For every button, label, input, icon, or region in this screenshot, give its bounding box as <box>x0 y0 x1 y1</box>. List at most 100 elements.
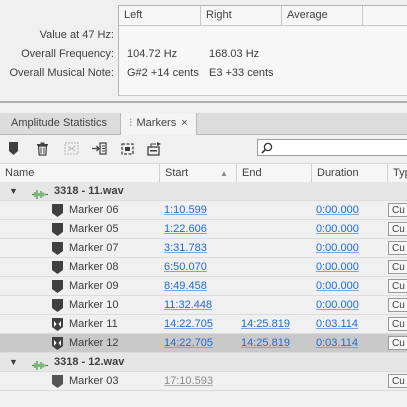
markers-table-header: Name Start ▲ End Duration Typ <box>0 163 407 184</box>
tab-label: Markers <box>136 117 177 129</box>
frequency-labels: Value at 47 Hz: Overall Frequency: Overa… <box>0 6 116 83</box>
tab-markers[interactable]: ⁝ Markers × <box>120 113 197 135</box>
file-name: 3318 - 12.wav <box>54 356 125 368</box>
marker-name: Marker 10 <box>69 299 119 311</box>
type-dropdown[interactable]: Cu <box>388 374 407 388</box>
marker-row[interactable]: Marker 10 11:32.448 0:00.000 Cu <box>0 296 407 315</box>
expand-triangle-icon[interactable]: ▼ <box>9 353 18 372</box>
end-time-link[interactable]: 14:25.819 <box>241 315 290 334</box>
start-time-link[interactable]: 1:22.606 <box>164 220 207 239</box>
tab-label: Amplitude Statistics <box>11 117 107 129</box>
cue-marker-icon <box>52 204 63 217</box>
duration-link[interactable]: 0:00.000 <box>316 277 359 296</box>
marker-name: Marker 09 <box>69 280 119 292</box>
type-dropdown[interactable]: Cu <box>388 241 407 255</box>
duration-link[interactable]: 0:03.114 <box>316 334 358 353</box>
column-name[interactable]: Name <box>0 164 160 183</box>
type-dropdown[interactable]: Cu <box>388 279 407 293</box>
search-icon <box>261 142 273 154</box>
file-group-row[interactable]: ▼ 3318 - 11.wav <box>0 182 407 201</box>
column-end[interactable]: End <box>237 164 312 183</box>
drag-grip-icon[interactable]: ⁝ <box>129 117 133 129</box>
duration-link[interactable]: 0:00.000 <box>316 239 359 258</box>
start-time-link[interactable]: 11:32.448 <box>164 296 212 315</box>
right-column-header: Right <box>206 9 232 21</box>
expand-triangle-icon[interactable]: ▼ <box>9 182 18 201</box>
merge-icon <box>63 140 80 157</box>
frequency-right: 168.03 Hz <box>209 48 260 60</box>
left-column-header: Left <box>124 9 143 21</box>
overall-frequency-label: Overall Frequency: <box>21 48 114 60</box>
range-marker-icon <box>52 318 63 331</box>
column-start-label: Start <box>165 167 189 179</box>
marker-row[interactable]: Marker 08 6:50.070 0:00.000 Cu <box>0 258 407 277</box>
start-time-link[interactable]: 17:10.593 <box>164 372 213 391</box>
file-name: 3318 - 11.wav <box>54 185 124 197</box>
start-time-link[interactable]: 1:10.599 <box>164 201 207 220</box>
panel-tabbar: Amplitude Statistics ⁝ Markers × <box>0 113 407 135</box>
close-icon[interactable]: × <box>181 117 187 129</box>
column-separator <box>362 6 363 25</box>
type-dropdown[interactable]: Cu <box>388 298 407 312</box>
duration-link[interactable]: 0:03.114 <box>316 315 358 334</box>
duration-link[interactable]: 0:00.000 <box>316 296 359 315</box>
start-time-link[interactable]: 14:22.705 <box>164 334 213 353</box>
search-input[interactable] <box>257 139 407 156</box>
start-time-link[interactable]: 6:50.070 <box>164 258 207 277</box>
insert-playlist-icon[interactable] <box>91 140 108 157</box>
batch-icon[interactable] <box>147 140 164 157</box>
musical-note-row: G#2 +14 cents E3 +33 cents <box>119 64 407 83</box>
marker-row[interactable]: Marker 05 1:22.606 0:00.000 Cu <box>0 220 407 239</box>
frequency-left: 104.72 Hz <box>127 48 178 60</box>
cue-marker-icon <box>52 223 63 236</box>
column-start[interactable]: Start ▲ <box>160 164 237 183</box>
note-left: G#2 +14 cents <box>127 67 199 79</box>
marker-name: Marker 08 <box>69 261 119 273</box>
marker-row[interactable]: Marker 09 8:49.458 0:00.000 Cu <box>0 277 407 296</box>
column-type[interactable]: Typ <box>388 164 407 183</box>
cue-marker-icon <box>52 299 63 312</box>
range-marker-icon <box>52 337 63 350</box>
export-icon[interactable] <box>119 140 136 157</box>
tab-amplitude-statistics[interactable]: Amplitude Statistics <box>0 113 115 134</box>
start-time-link[interactable]: 3:31.783 <box>164 239 207 258</box>
average-column-header: Average <box>287 9 328 21</box>
duration-link[interactable]: 0:00.000 <box>316 258 359 277</box>
panel-divider[interactable] <box>0 101 407 103</box>
marker-name: Marker 07 <box>69 242 119 254</box>
duration-link[interactable]: 0:00.000 <box>316 201 359 220</box>
marker-row[interactable]: Marker 06 1:10.599 0:00.000 Cu <box>0 201 407 220</box>
value-at-label: Value at 47 Hz: <box>39 29 114 41</box>
marker-row[interactable]: Marker 12 14:22.705 14:25.819 0:03.114 Cu <box>0 334 407 353</box>
frequency-table: Left Right Average 104.72 Hz 168.03 Hz G… <box>118 5 407 96</box>
overall-note-label: Overall Musical Note: <box>9 67 114 79</box>
marker-row[interactable]: Marker 03 17:10.593 Cu <box>0 372 407 391</box>
cue-marker-icon <box>52 242 63 255</box>
trash-icon[interactable] <box>34 140 51 157</box>
marker-name: Marker 11 <box>69 318 118 330</box>
type-dropdown[interactable]: Cu <box>388 222 407 236</box>
marker-row[interactable]: Marker 07 3:31.783 0:00.000 Cu <box>0 239 407 258</box>
note-right: E3 +33 cents <box>209 67 274 79</box>
marker-icon[interactable] <box>5 140 22 157</box>
marker-name: Marker 12 <box>69 337 119 349</box>
value-at-row <box>119 26 407 45</box>
type-dropdown[interactable]: Cu <box>388 203 407 217</box>
type-dropdown[interactable]: Cu <box>388 336 407 350</box>
file-group-row[interactable]: ▼ 3318 - 12.wav <box>0 353 407 372</box>
type-dropdown[interactable]: Cu <box>388 317 407 331</box>
start-time-link[interactable]: 14:22.705 <box>164 315 213 334</box>
type-dropdown[interactable]: Cu <box>388 260 407 274</box>
sort-ascending-icon: ▲ <box>220 169 228 178</box>
start-time-link[interactable]: 8:49.458 <box>164 277 207 296</box>
cue-marker-icon <box>52 375 63 388</box>
marker-name: Marker 05 <box>69 223 119 235</box>
frequency-table-header: Left Right Average <box>119 6 407 26</box>
duration-link[interactable]: 0:00.000 <box>316 220 359 239</box>
marker-name: Marker 06 <box>69 204 119 216</box>
end-time-link[interactable]: 14:25.819 <box>241 334 290 353</box>
marker-row[interactable]: Marker 11 14:22.705 14:25.819 0:03.114 Cu <box>0 315 407 334</box>
cue-marker-icon <box>52 261 63 274</box>
column-duration[interactable]: Duration <box>312 164 388 183</box>
marker-name: Marker 03 <box>69 375 119 387</box>
